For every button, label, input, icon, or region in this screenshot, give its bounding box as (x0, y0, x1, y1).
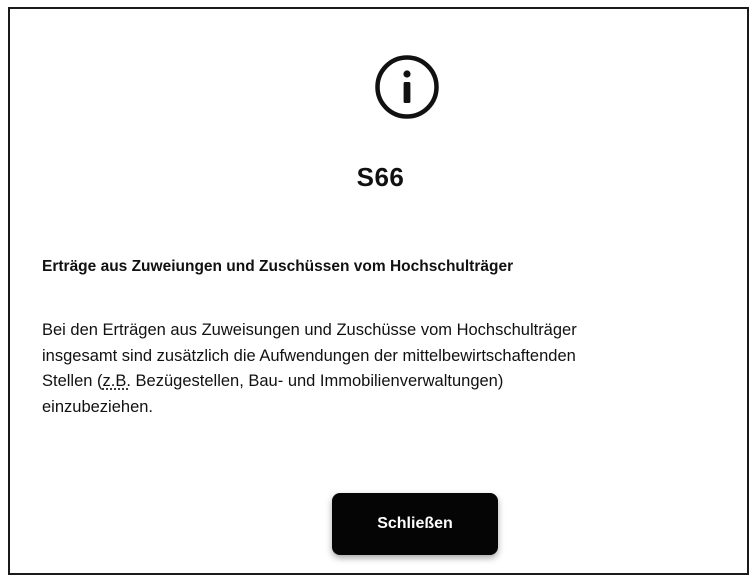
body-line: insgesamt sind zusätzlich die Aufwendung… (42, 346, 576, 365)
abbreviation-zb: z.B. (102, 372, 131, 390)
info-dialog: S66 Erträge aus Zuweiungen und Zuschüsse… (8, 7, 749, 575)
body-text-fragment: Bezügestellen, Bau- und Immobilienverwal… (130, 372, 504, 390)
body-text-fragment: Stellen ( (42, 372, 103, 390)
dialog-body-text: Bei den Erträgen aus Zuweisungen und Zus… (42, 318, 732, 420)
body-line: einzubeziehen. (42, 397, 154, 416)
close-button[interactable]: Schließen (332, 493, 498, 555)
body-line: Stellen (z.B. Bezügestellen, Bau- und Im… (42, 369, 732, 395)
dialog-heading: Erträge aus Zuweiungen und Zuschüssen vo… (42, 258, 514, 275)
info-circle-icon (374, 54, 440, 120)
dialog-code-title: S66 (356, 162, 405, 192)
body-line: Bei den Erträgen aus Zuweisungen und Zus… (42, 321, 577, 339)
